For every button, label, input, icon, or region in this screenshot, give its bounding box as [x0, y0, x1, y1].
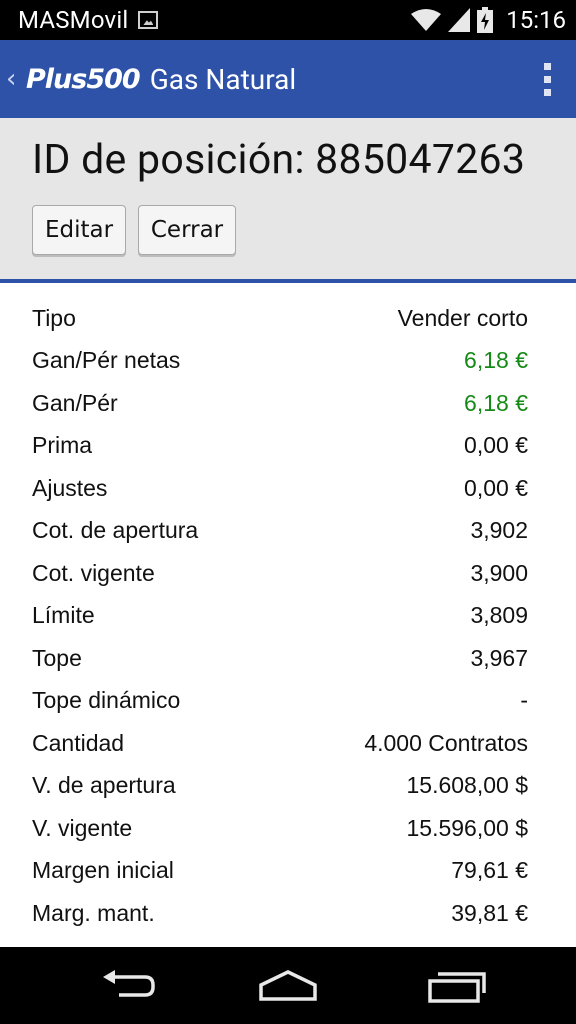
detail-label: Tipo: [32, 304, 76, 331]
position-details: Tipo Vender corto Gan/Pér netas 6,18 € Gan/P…: [0, 283, 576, 947]
close-position-button[interactable]: Cerrar: [138, 205, 236, 255]
detail-value: Vender corto: [397, 304, 528, 331]
detail-value: 3,967: [470, 644, 528, 671]
detail-row: Cot. vigente 3,900: [32, 552, 528, 594]
detail-label: Tope: [32, 644, 82, 671]
detail-row: Tope dinámico -: [32, 680, 528, 722]
detail-row: Marg. mant. 39,81 €: [32, 892, 528, 934]
signal-icon: [448, 8, 471, 32]
detail-row: Tope 3,967: [32, 637, 528, 679]
detail-label: Gan/Pér netas: [32, 347, 181, 373]
detail-value: 15.608,00 $: [406, 772, 528, 798]
detail-label: Marg. mant.: [32, 899, 155, 926]
detail-value: 15.596,00 $: [406, 814, 528, 841]
recent-apps-icon[interactable]: [416, 963, 496, 1009]
detail-label: Límite: [32, 602, 95, 628]
detail-value: 3,900: [470, 559, 528, 586]
wifi-icon: [411, 9, 442, 31]
detail-label: Cot. de apertura: [32, 517, 199, 543]
detail-row: Cantidad 4.000 Contratos: [32, 722, 528, 764]
detail-value: 0,00 €: [464, 432, 528, 458]
detail-label: V. de apertura: [32, 772, 176, 798]
detail-label: Gan/Pér: [32, 389, 118, 416]
back-icon[interactable]: [88, 963, 168, 1009]
detail-label: Prima: [32, 432, 93, 458]
instrument-title: Gas Natural: [149, 62, 297, 96]
detail-row: Límite 3,809: [32, 595, 528, 637]
position-id-title: ID de posición: 885047263: [32, 136, 526, 184]
overflow-menu-icon[interactable]: [518, 40, 576, 118]
gallery-icon: [138, 11, 159, 29]
detail-value: 6,18 €: [464, 347, 528, 373]
detail-value: 6,18 €: [464, 389, 528, 416]
home-icon[interactable]: [248, 963, 328, 1009]
detail-value: 4.000 Contratos: [364, 729, 528, 756]
detail-label: Ajustes: [32, 474, 108, 501]
detail-row: Gan/Pér netas 6,18 €: [32, 340, 528, 382]
detail-value: 3,809: [470, 602, 528, 628]
action-bar: ‹ Plus500 Gas Natural: [0, 40, 576, 118]
detail-row: Tipo Vender corto: [32, 297, 528, 339]
detail-label: V. vigente: [32, 814, 133, 841]
detail-label: Cot. vigente: [32, 559, 155, 586]
edit-button[interactable]: Editar: [32, 205, 126, 255]
detail-value: 39,81 €: [451, 899, 528, 926]
detail-label: Tope dinámico: [32, 687, 181, 713]
detail-value: -: [520, 687, 528, 713]
detail-value: 79,61 €: [451, 857, 528, 883]
chevron-left-icon[interactable]: ‹: [0, 64, 26, 94]
detail-row: Gan/Pér 6,18 €: [32, 382, 528, 424]
status-bar: MASMovil 15:16: [0, 0, 576, 40]
detail-row: Ajustes 0,00 €: [32, 467, 528, 509]
detail-value: 0,00 €: [464, 474, 528, 501]
battery-charging-icon: [477, 7, 494, 33]
detail-row: Prima 0,00 €: [32, 425, 528, 467]
detail-label: Margen inicial: [32, 857, 174, 883]
navigation-bar: [0, 947, 576, 1024]
position-header: ID de posición: 885047263 Editar Cerrar: [0, 118, 576, 279]
detail-value: 3,902: [470, 517, 528, 543]
plus500-logo[interactable]: Plus500: [26, 64, 141, 95]
detail-row: V. de apertura 15.608,00 $: [32, 765, 528, 807]
detail-label: Cantidad: [32, 729, 125, 756]
carrier-name: MASMovil: [18, 6, 129, 34]
detail-row: Cot. de apertura 3,902: [32, 510, 528, 552]
detail-row: V. vigente 15.596,00 $: [32, 807, 528, 849]
clock: 15:16: [506, 6, 566, 34]
detail-row: Margen inicial 79,61 €: [32, 850, 528, 892]
